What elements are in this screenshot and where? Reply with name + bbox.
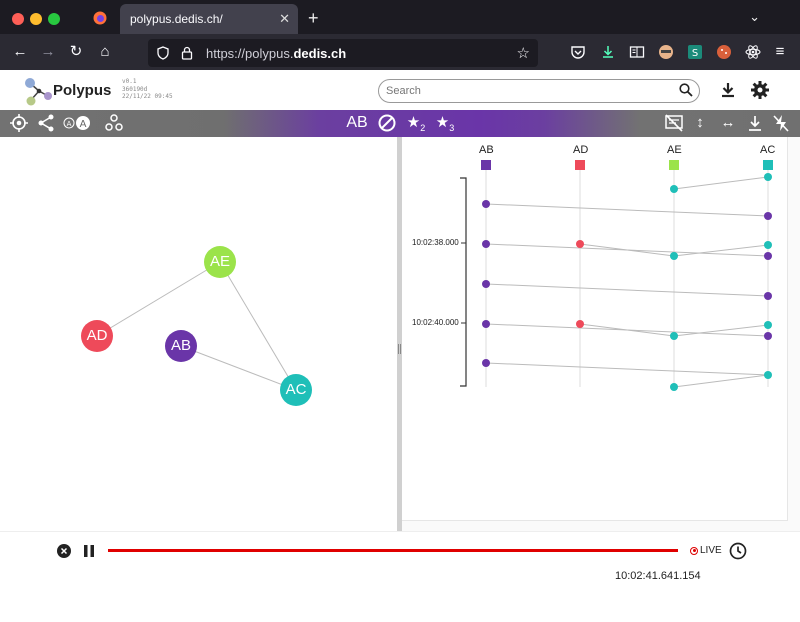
time-bracket bbox=[460, 177, 467, 387]
column-marker-ae bbox=[669, 160, 679, 170]
sequence-view: AB AD AE AC 10:02:38.000 10:02:40.000 bbox=[402, 137, 800, 531]
edge-ad-ae bbox=[96, 261, 221, 337]
live-dot-icon bbox=[690, 546, 698, 555]
browser-tab-active[interactable]: polypus.dedis.ch/ ✕ bbox=[120, 4, 298, 34]
new-tab-button[interactable]: + bbox=[308, 8, 319, 29]
shield-icon[interactable] bbox=[156, 46, 170, 60]
home-icon[interactable]: ⌂ bbox=[95, 42, 115, 62]
toggle-labels-icon[interactable]: AA bbox=[62, 113, 92, 133]
react-devtools-icon[interactable] bbox=[745, 44, 761, 60]
app-name: Polypus bbox=[53, 82, 112, 99]
graph-node-ae[interactable]: AE bbox=[204, 246, 236, 278]
column-label-ae: AE bbox=[667, 144, 682, 156]
graph-edges bbox=[96, 261, 297, 391]
layout-nodes-icon[interactable] bbox=[104, 113, 124, 133]
selected-node-label[interactable]: AB bbox=[344, 113, 370, 133]
close-window-button[interactable] bbox=[12, 13, 24, 25]
search-placeholder: Search bbox=[386, 85, 421, 97]
extension-avatar-icon[interactable] bbox=[658, 44, 674, 60]
column-marker-ab bbox=[481, 160, 491, 170]
reload-icon[interactable]: ↻ bbox=[66, 42, 86, 62]
sequence-diagram[interactable]: AB AD AE AC 10:02:38.000 10:02:40.000 bbox=[402, 137, 788, 521]
svg-text:A: A bbox=[80, 119, 87, 130]
edge-ae-ac bbox=[219, 261, 297, 391]
url-bar[interactable]: https://polypus.dedis.ch ☆ bbox=[148, 39, 538, 67]
graph-node-ac[interactable]: AC bbox=[280, 374, 312, 406]
graph-node-ad[interactable]: AD bbox=[81, 320, 113, 352]
vertical-expand-icon[interactable]: ↕ bbox=[692, 113, 708, 133]
time-label: 10:02:38.000 bbox=[412, 238, 459, 247]
extension-cookie-icon[interactable] bbox=[716, 44, 732, 60]
maximize-window-button[interactable] bbox=[48, 13, 60, 25]
lock-icon[interactable] bbox=[180, 46, 194, 60]
firefox-icon bbox=[93, 11, 107, 25]
svg-text:S: S bbox=[692, 48, 698, 59]
forward-arrow-icon[interactable]: → bbox=[38, 42, 58, 62]
flash-off-icon[interactable] bbox=[772, 113, 790, 133]
extension-s-icon[interactable]: S bbox=[687, 44, 703, 60]
app-menu-icon[interactable]: ≡ bbox=[770, 42, 790, 62]
polypus-logo-icon bbox=[25, 78, 52, 106]
live-indicator[interactable]: LIVE bbox=[690, 545, 722, 556]
search-input[interactable]: Search bbox=[378, 79, 700, 103]
version-info: v0.1 360190d 22/11/22 09:45 bbox=[122, 78, 173, 100]
horizontal-expand-icon[interactable]: ↔ bbox=[718, 113, 738, 133]
minimize-window-button[interactable] bbox=[30, 13, 42, 25]
timeline-slider[interactable] bbox=[108, 549, 678, 552]
pocket-icon[interactable] bbox=[570, 44, 586, 60]
locate-crosshair-icon[interactable] bbox=[9, 113, 29, 133]
column-marker-ac bbox=[763, 160, 773, 170]
stop-close-icon[interactable] bbox=[57, 544, 71, 558]
hide-messages-icon[interactable] bbox=[664, 113, 684, 133]
pause-icon[interactable] bbox=[83, 544, 95, 558]
column-label-ab: AB bbox=[479, 144, 494, 156]
app-header: Polypus v0.1 360190d 22/11/22 09:45 Sear… bbox=[0, 70, 800, 110]
sequence-svg bbox=[460, 160, 773, 391]
url-text: https://polypus.dedis.ch bbox=[206, 45, 347, 61]
tab-list-chevron-icon[interactable]: ⌄ bbox=[749, 9, 760, 25]
player-bar: LIVE 10:02:41.641.154 bbox=[0, 531, 800, 622]
column-label-ad: AD bbox=[573, 144, 589, 156]
downloads-icon[interactable] bbox=[600, 44, 616, 60]
search-icon[interactable] bbox=[679, 83, 693, 97]
splitter-grip-icon[interactable] bbox=[398, 344, 401, 354]
clock-icon[interactable] bbox=[729, 542, 747, 560]
share-graph-icon[interactable] bbox=[36, 113, 56, 133]
reader-view-icon[interactable] bbox=[629, 44, 645, 60]
bookmark-star-icon[interactable]: ☆ bbox=[517, 44, 530, 62]
current-timestamp: 10:02:41.641.154 bbox=[615, 570, 701, 582]
star-three-hops-icon[interactable]: ★3 bbox=[432, 113, 458, 133]
app-toolbar: AA AB ★2 ★3 ↕ ↔ bbox=[0, 110, 800, 137]
scroll-to-bottom-icon[interactable] bbox=[746, 113, 764, 133]
browser-tab-strip: polypus.dedis.ch/ ✕ + ⌄ bbox=[0, 0, 800, 34]
tab-title: polypus.dedis.ch/ bbox=[130, 12, 223, 26]
svg-text:A: A bbox=[67, 120, 72, 128]
graph-node-ab[interactable]: AB bbox=[165, 330, 197, 362]
column-marker-ad bbox=[575, 160, 585, 170]
clear-selection-icon[interactable] bbox=[377, 113, 397, 133]
back-arrow-icon[interactable]: ← bbox=[10, 42, 30, 62]
browser-nav-bar: ← → ↻ ⌂ https://polypus.dedis.ch ☆ S ≡ bbox=[0, 34, 800, 70]
tab-close-icon[interactable]: ✕ bbox=[279, 11, 290, 27]
time-label: 10:02:40.000 bbox=[412, 318, 459, 327]
edge-ab-ac bbox=[180, 345, 297, 391]
column-label-ac: AC bbox=[760, 144, 776, 156]
settings-gear-icon[interactable] bbox=[750, 80, 770, 100]
star-two-hops-icon[interactable]: ★2 bbox=[403, 113, 429, 133]
download-icon[interactable] bbox=[718, 80, 738, 100]
graph-view[interactable]: AE AD AB AC bbox=[0, 137, 397, 531]
